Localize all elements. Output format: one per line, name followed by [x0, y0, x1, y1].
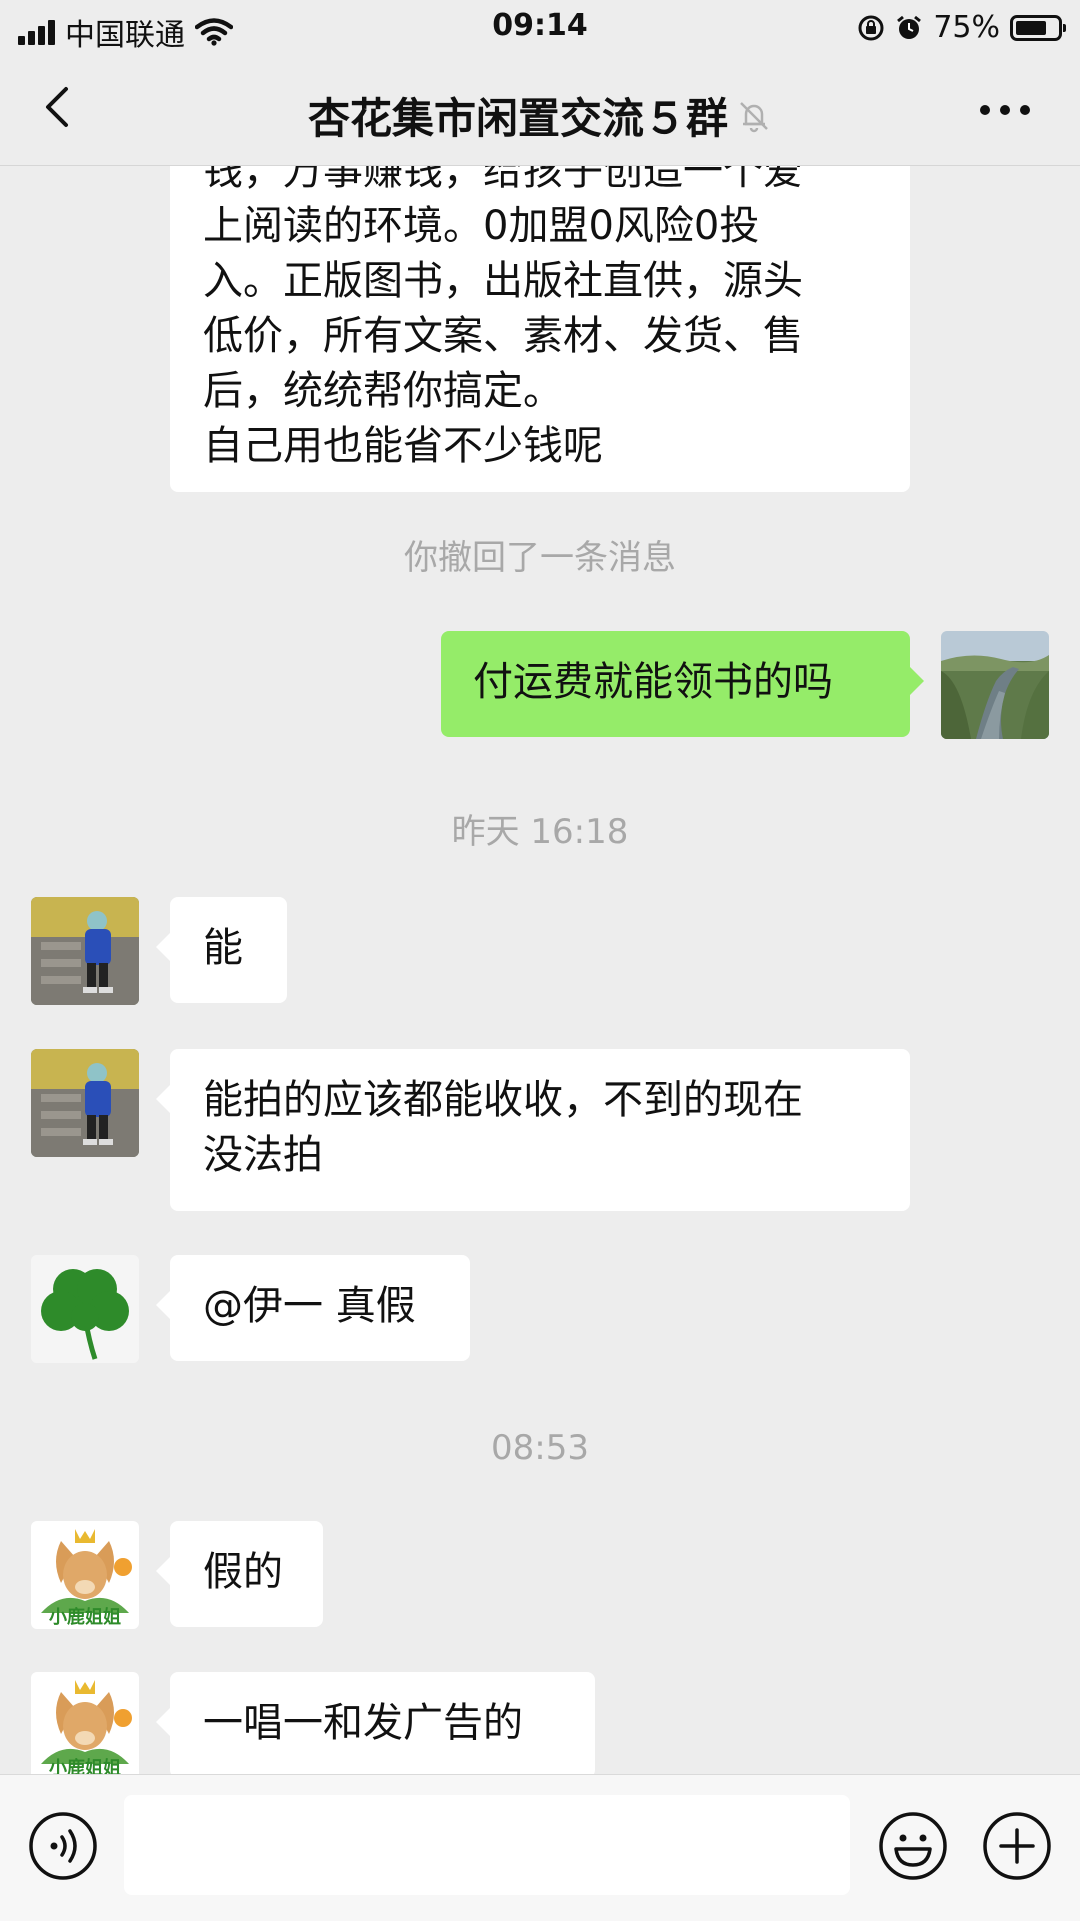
timestamp: 昨天 16:18: [451, 812, 629, 852]
message-line: 自己用也能省不少钱呢: [203, 423, 603, 469]
emoji-icon[interactable]: [878, 1811, 948, 1881]
avatar-clover[interactable]: [31, 1255, 139, 1363]
message-bubble-incoming[interactable]: 能拍的应该都能收收，不到的现在 没法拍: [156, 1049, 910, 1211]
message-text: 假的: [203, 1549, 283, 1595]
avatar-deer[interactable]: 小鹿姐姐: [31, 1672, 139, 1774]
more-dots-icon[interactable]: [980, 95, 1040, 125]
deer-avatar-label: 小鹿姐姐: [49, 1758, 121, 1774]
message-bubble-incoming[interactable]: @伊一 真假: [156, 1255, 470, 1361]
voice-icon[interactable]: [28, 1811, 98, 1881]
input-bar: [0, 1774, 1080, 1921]
message-line: 入。正版图书，出版社直供，源头: [203, 258, 803, 304]
message-line: 钱，万事赚钱，给孩子创造一个爱: [203, 166, 803, 194]
battery-icon: [1010, 14, 1066, 41]
message-line: 没法拍: [203, 1132, 323, 1178]
avatar-child[interactable]: [31, 897, 139, 1005]
message-bubble-incoming[interactable]: 一唱一和发广告的: [156, 1672, 595, 1774]
message-text: 一唱一和发广告的: [203, 1700, 523, 1746]
message-bubble-incoming[interactable]: 能: [156, 897, 287, 1003]
message-input[interactable]: [124, 1795, 850, 1895]
child-photo: [31, 1049, 139, 1157]
avatar-self[interactable]: [941, 631, 1049, 739]
river-photo: [941, 631, 1049, 739]
avatar-deer[interactable]: 小鹿姐姐: [31, 1521, 139, 1629]
nav-bar: 杏花集市闲置交流５群: [0, 55, 1080, 166]
rotation-lock-icon: [858, 15, 884, 40]
battery-percent: 75%: [933, 10, 1000, 45]
system-message: 你撤回了一条消息: [404, 538, 676, 578]
message-bubble-outgoing[interactable]: 付运费就能领书的吗: [441, 631, 924, 737]
chat-title: 杏花集市闲置交流５群: [0, 85, 1080, 146]
battery-fill: [1016, 20, 1046, 35]
message-line: 上阅读的环境。0加盟0风险0投: [203, 203, 760, 249]
status-right: 75%: [857, 10, 1066, 45]
chat-area[interactable]: 钱，万事赚钱，给孩子创造一个爱 上阅读的环境。0加盟0风险0投 入。正版图书，出…: [0, 166, 1080, 1774]
bell-muted-icon: [740, 101, 768, 132]
message-text: @伊一 真假: [203, 1283, 416, 1329]
deer-avatar-label: 小鹿姐姐: [49, 1607, 121, 1628]
child-photo: [31, 897, 139, 1005]
plus-icon[interactable]: [982, 1811, 1052, 1881]
clover-icon: [31, 1255, 139, 1363]
message-line: 低价，所有文案、素材、发货、售: [203, 313, 803, 359]
message-line: 能拍的应该都能收收，不到的现在: [203, 1077, 803, 1123]
message-line: 后，统统帮你搞定。: [203, 368, 563, 414]
timestamp: 08:53: [491, 1428, 589, 1468]
alarm-icon: [897, 15, 922, 39]
message-bubble-incoming[interactable]: 假的: [156, 1521, 323, 1627]
message-text: 付运费就能领书的吗: [473, 659, 833, 705]
message-bubble-incoming[interactable]: 钱，万事赚钱，给孩子创造一个爱 上阅读的环境。0加盟0风险0投 入。正版图书，出…: [170, 166, 910, 492]
chat-title-text: 杏花集市闲置交流５群: [307, 94, 728, 143]
message-text: 能: [203, 925, 243, 971]
status-bar: 中国联通 09:14 75%: [0, 0, 1080, 55]
avatar-child[interactable]: [31, 1049, 139, 1157]
